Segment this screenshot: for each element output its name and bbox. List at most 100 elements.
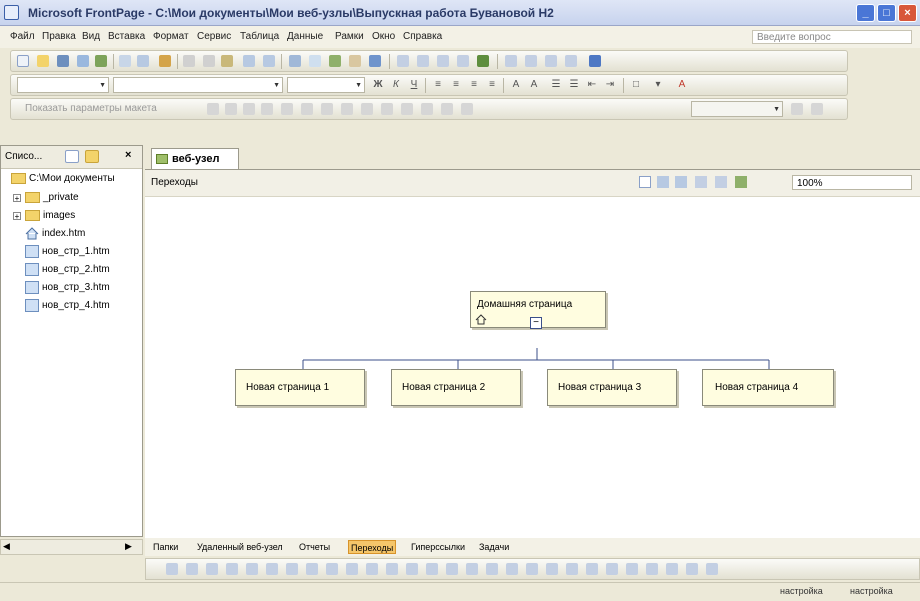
new-page-icon[interactable] [65, 150, 79, 163]
format-icon[interactable] [526, 563, 538, 575]
center-vertical-icon[interactable] [361, 103, 373, 115]
close-button[interactable]: × [898, 4, 917, 22]
justify-icon[interactable]: ≡ [485, 78, 499, 92]
collapse-icon[interactable]: − [530, 317, 542, 329]
font-color-icon[interactable]: A [675, 78, 689, 92]
decrease-font-icon[interactable]: A [527, 78, 541, 92]
publish-icon[interactable] [95, 55, 107, 67]
style-dropdown[interactable]: ▼ [17, 77, 109, 93]
paste-icon[interactable] [221, 55, 233, 67]
show-all-icon[interactable] [437, 55, 449, 67]
draw-textbox-icon[interactable] [286, 563, 298, 575]
table-props-icon[interactable] [791, 103, 803, 115]
page-node-1[interactable]: Новая страница 1 [235, 369, 365, 406]
expand-icon[interactable]: + [13, 212, 21, 221]
menu-data[interactable]: Данные [287, 31, 323, 42]
grid-icon[interactable] [706, 563, 718, 575]
menu-table[interactable]: Таблица [240, 31, 279, 42]
tab-tasks[interactable]: Задачи [477, 540, 511, 554]
paragraph-icon[interactable] [545, 55, 557, 67]
fill-color-icon[interactable] [461, 103, 473, 115]
preview-icon[interactable] [137, 55, 149, 67]
draw-oval-icon[interactable] [266, 563, 278, 575]
font-dropdown[interactable]: ▼ [113, 77, 283, 93]
web-component-icon[interactable] [477, 55, 489, 67]
insert-picture-icon[interactable] [329, 55, 341, 67]
insert-column-icon[interactable] [301, 103, 313, 115]
scroll-right-icon[interactable]: ▶ [125, 541, 132, 552]
order-icon[interactable] [566, 563, 578, 575]
grid-icon[interactable] [525, 55, 537, 67]
open-folder-icon[interactable] [37, 55, 49, 67]
bold-button[interactable]: Ж [371, 78, 385, 92]
search-icon[interactable] [77, 55, 89, 67]
table-dropdown[interactable]: ▼ [691, 101, 783, 117]
expand-icon[interactable]: + [13, 194, 21, 203]
underline-button[interactable]: Ч [407, 78, 421, 92]
tab-reports[interactable]: Отчеты [297, 540, 332, 554]
tree-item[interactable]: нов_стр_4.htm [25, 298, 110, 314]
tree-item[interactable]: index.htm [25, 226, 85, 242]
draw-clipart-icon[interactable] [326, 563, 338, 575]
arrow-style-icon[interactable] [466, 563, 478, 575]
align-right-icon[interactable]: ≡ [467, 78, 481, 92]
draw-autoshapes-icon[interactable] [186, 563, 198, 575]
tab-remote-site[interactable]: Удаленный веб-узел [195, 540, 285, 554]
tab-website[interactable]: веб-узел [151, 148, 239, 169]
delete-cells-icon[interactable] [321, 103, 333, 115]
font-color-icon[interactable] [406, 563, 418, 575]
undo-icon[interactable] [243, 55, 255, 67]
dash-style-icon[interactable] [446, 563, 458, 575]
menu-format[interactable]: Формат [153, 31, 189, 42]
distribute-columns-icon[interactable] [421, 103, 433, 115]
fill-color-icon[interactable] [366, 563, 378, 575]
align-bottom-icon[interactable] [381, 103, 393, 115]
insert-table-icon[interactable] [309, 55, 321, 67]
snap-icon[interactable] [686, 563, 698, 575]
italic-button[interactable]: К [389, 78, 403, 92]
font-size-dropdown[interactable]: ▼ [287, 77, 365, 93]
shadow-icon[interactable] [486, 563, 498, 575]
indent-icon[interactable]: ⇥ [603, 78, 617, 92]
align-center-icon[interactable]: ≡ [449, 78, 463, 92]
send-backward-icon[interactable] [666, 563, 678, 575]
save-icon[interactable] [57, 55, 69, 67]
numbered-list-icon[interactable]: ☰ [549, 78, 563, 92]
layout-table-icon[interactable] [225, 103, 237, 115]
table-close-icon[interactable] [811, 103, 823, 115]
bulleted-list-icon[interactable]: ☰ [567, 78, 581, 92]
outdent-icon[interactable]: ⇤ [585, 78, 599, 92]
page-node-4[interactable]: Новая страница 4 [702, 369, 834, 406]
new-page-icon[interactable] [17, 55, 29, 67]
cut-icon[interactable] [183, 55, 195, 67]
3d-icon[interactable] [506, 563, 518, 575]
tree-item[interactable]: нов_стр_1.htm [25, 244, 110, 260]
tab-folders[interactable]: Папки [151, 540, 180, 554]
refresh-icon[interactable] [397, 55, 409, 67]
line-style-icon[interactable] [426, 563, 438, 575]
tree-item[interactable]: нов_стр_2.htm [25, 262, 110, 278]
draw-wordart-icon[interactable] [306, 563, 318, 575]
split-cells-icon[interactable] [261, 103, 273, 115]
menu-file[interactable]: Файл [10, 31, 35, 42]
page-node-3[interactable]: Новая страница 3 [547, 369, 677, 406]
copy-icon[interactable] [203, 55, 215, 67]
tab-hyperlinks[interactable]: Гиперссылки [409, 540, 467, 554]
layout-cell-icon[interactable] [207, 103, 219, 115]
print-icon[interactable] [119, 55, 131, 67]
align-icon[interactable] [546, 563, 558, 575]
close-icon[interactable]: × [125, 149, 131, 161]
spelling-icon[interactable] [159, 55, 171, 67]
page-node-2[interactable]: Новая страница 2 [391, 369, 521, 406]
tree-item[interactable]: нов_стр_3.htm [25, 280, 110, 296]
menu-tools[interactable]: Сервис [197, 31, 231, 42]
toggle-icon[interactable] [457, 55, 469, 67]
rotate-icon[interactable] [606, 563, 618, 575]
flip-icon[interactable] [626, 563, 638, 575]
tree-item[interactable]: images [25, 208, 75, 224]
draw-arrow-icon[interactable] [226, 563, 238, 575]
folder-list-scrollbar[interactable]: ◀ ▶ [0, 539, 143, 555]
menu-edit[interactable]: Правка [42, 31, 76, 42]
draw-picture-icon[interactable] [346, 563, 358, 575]
distribute-rows-icon[interactable] [401, 103, 413, 115]
